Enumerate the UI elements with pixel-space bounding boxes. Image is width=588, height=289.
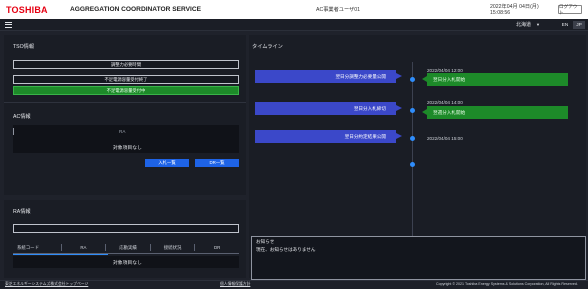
ra-table-header: 系統コード RA 応動実績 接続状況 DR: [13, 242, 239, 254]
col-connection: 接続状況: [149, 244, 195, 251]
logout-button[interactable]: ログアウト: [558, 4, 582, 15]
ra-header-accent: [13, 254, 108, 255]
timeline-dot: [410, 108, 415, 113]
col-ra: RA: [60, 244, 106, 251]
area-select-value: 北海道: [516, 22, 532, 28]
timeline-event-left: 翌日分調整力必要量公開: [255, 70, 402, 83]
dr-list-button[interactable]: DR一覧: [195, 159, 239, 167]
company-top-link[interactable]: 東芝エネルギーシステムズ株式会社トップページ: [5, 282, 88, 287]
timeline-axis: [412, 62, 413, 252]
tso-required-capacity-button[interactable]: 調整力必要時間: [13, 60, 239, 69]
ac-ra-left-border: [13, 128, 14, 135]
tso-shortage-open-button[interactable]: 不足電源容量受付中: [13, 86, 239, 95]
ra-search-input[interactable]: [13, 224, 239, 233]
user-name: AC事業者ユーザ01: [316, 7, 360, 13]
timeline-event-left: 翌日分約定結果公開: [255, 130, 402, 143]
ra-no-items: 対象項目なし: [113, 261, 142, 266]
copyright-text: Copyright © 2021 Toshiba Energy Systems …: [436, 282, 578, 286]
timeline-dot: [410, 162, 415, 167]
top-header: TOSHIBA AGGREGATION COORDINATOR SERVICE …: [0, 0, 588, 19]
timeline-event-left: 翌日分入札締切: [255, 102, 402, 115]
bid-list-button[interactable]: 入札一覧: [145, 159, 189, 167]
tso-shortage-closed-button[interactable]: 不足電源容量受付終了: [13, 75, 239, 84]
col-response: 応動実績: [105, 244, 150, 251]
tso-title: TSO情報: [13, 44, 35, 50]
toshiba-logo: TOSHIBA: [6, 4, 48, 15]
tso-ac-panel: [4, 35, 246, 195]
timeline-title: タイムライン: [252, 44, 283, 50]
ra-title: RA情報: [13, 209, 31, 215]
timeline-dot: [410, 77, 415, 82]
lang-jp-button[interactable]: JP: [573, 21, 585, 29]
notice-label: お知らせ: [256, 239, 275, 244]
area-select[interactable]: 北海道 ▼: [516, 21, 540, 28]
system-title: AGGREGATION COORDINATOR SERVICE: [70, 6, 202, 13]
caret-down-icon: ▼: [536, 22, 540, 27]
col-grid-code: 系統コード: [17, 245, 39, 250]
privacy-policy-link[interactable]: 個人情報保護方針: [220, 282, 250, 287]
divider: [4, 102, 246, 103]
col-dr: DR: [194, 244, 239, 251]
hamburger-menu-icon[interactable]: [5, 21, 12, 28]
current-datetime: 2022年04月 04日(月) 15:08:56: [490, 4, 539, 16]
notice-box: お知らせ 現在、お知らせはありません: [251, 236, 586, 280]
sub-toolbar: 北海道 ▼ EN JP: [0, 19, 588, 31]
ac-no-items: 対象項目なし: [113, 146, 142, 151]
timeline-event-right: 翌週分入札開始: [422, 106, 568, 119]
timeline-date: 2022/04/04 15:00: [427, 136, 463, 141]
timeline-date: 2022/04/04 14:00: [427, 100, 463, 105]
timeline-dot: [410, 136, 415, 141]
timeline-event-right: 翌日分入札開始: [422, 73, 568, 86]
lang-en-button[interactable]: EN: [559, 21, 571, 29]
footer: 東芝エネルギーシステムズ株式会社トップページ 個人情報保護方針 Copyrigh…: [0, 280, 588, 289]
notice-text: 現在、お知らせはありません: [256, 247, 316, 252]
ac-ra-label: RA: [119, 129, 126, 134]
ac-title: AC情報: [13, 114, 31, 120]
